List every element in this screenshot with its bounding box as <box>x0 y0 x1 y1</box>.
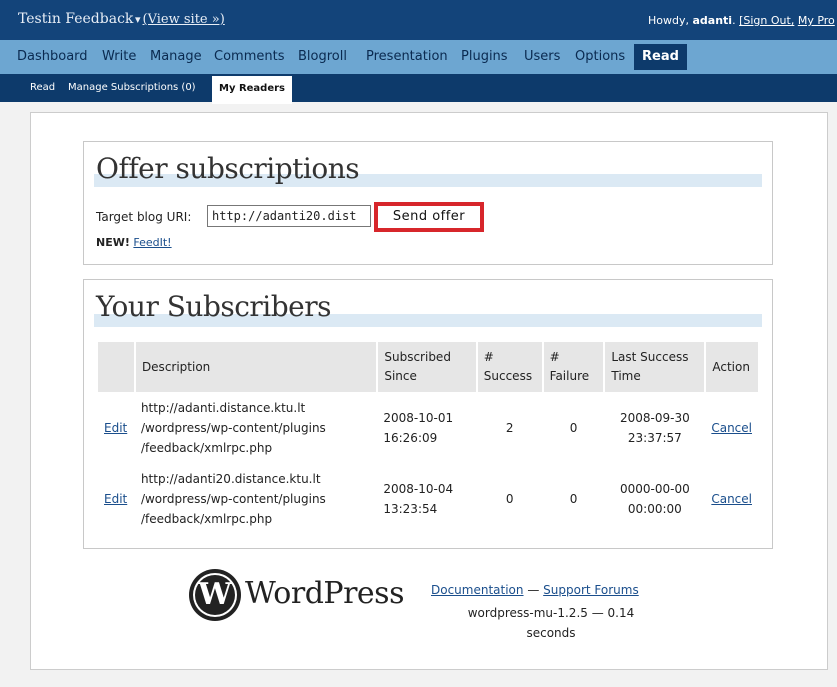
send-offer-button[interactable]: Send offer <box>374 202 484 232</box>
nav-write[interactable]: Write <box>102 49 136 64</box>
documentation-link[interactable]: Documentation <box>431 583 524 597</box>
since-date: 2008-10-04 <box>383 481 454 496</box>
subnav-my-readers[interactable]: My Readers <box>212 76 293 104</box>
admin-header: Testin Feedback ▾ (View site ») Howdy, ad… <box>0 0 837 40</box>
sub-nav: Read Manage Subscriptions (0) My Readers <box>0 74 837 104</box>
nav-plugins[interactable]: Plugins <box>461 49 508 64</box>
desc-line: /wordpress/wp-content/plugins <box>140 491 326 506</box>
success-cell: 2 <box>505 420 514 435</box>
table-row: Edit http://adanti.distance.ktu.lt/wordp… <box>98 392 758 463</box>
view-site-label[interactable]: (View site ») <box>143 12 225 27</box>
last-date: 0000-00-00 <box>619 481 690 496</box>
edit-link[interactable]: Edit <box>104 421 127 435</box>
last-time: 23:37:57 <box>627 430 682 445</box>
support-forums-link[interactable]: Support Forums <box>543 583 639 597</box>
description-cell: http://adanti.distance.ktu.lt/wordpress/… <box>135 392 377 463</box>
table-header-row: Description Subscribed Since # Success #… <box>98 342 758 392</box>
header-success: # Success <box>475 342 543 392</box>
main-nav: Dashboard Write Manage Comments Blogroll… <box>0 40 837 74</box>
nav-options[interactable]: Options <box>575 49 625 64</box>
subscribers-table: Description Subscribed Since # Success #… <box>98 342 758 534</box>
subscribed-since-cell: 2008-10-04 13:23:54 <box>377 463 476 534</box>
nav-manage[interactable]: Manage <box>150 49 202 64</box>
new-badge: NEW! <box>96 236 130 249</box>
offer-subscriptions-panel: Offer subscriptions Target blog URI: htt… <box>83 141 773 265</box>
last-success-cell: 2008-09-30 23:37:57 <box>604 392 705 463</box>
target-uri-input[interactable]: http://adanti20.dist <box>207 205 371 227</box>
subnav-read[interactable]: Read <box>30 82 55 93</box>
desc-line: /feedback/xmlrpc.php <box>140 511 273 526</box>
nav-presentation[interactable]: Presentation <box>366 49 448 64</box>
logo-w-glyph: W <box>195 575 235 615</box>
header-description: Description <box>133 342 378 392</box>
footer-links: Documentation — Support Forums <box>431 583 639 597</box>
subscribers-panel: Your Subscribers Description Subscribed … <box>83 279 773 549</box>
view-site-link[interactable]: ▾ (View site ») <box>135 12 225 27</box>
header-subscribed-since: Subscribed Since <box>376 342 477 392</box>
failure-cell: 0 <box>569 420 578 435</box>
success-cell: 0 <box>505 491 514 506</box>
subscribed-since-cell: 2008-10-01 16:26:09 <box>377 392 476 463</box>
table-row: Edit http://adanti20.distance.ktu.lt/wor… <box>98 463 758 534</box>
nav-users[interactable]: Users <box>524 49 560 64</box>
header-failure: # Failure <box>541 342 605 392</box>
last-time: 00:00:00 <box>627 501 682 516</box>
edit-link[interactable]: Edit <box>104 492 127 506</box>
howdy-text: Howdy, <box>648 14 689 27</box>
nav-blogroll[interactable]: Blogroll <box>298 49 347 64</box>
site-title[interactable]: Testin Feedback <box>18 11 133 27</box>
user-greeting: Howdy, adanti. [Sign Out, My Pro <box>648 14 835 27</box>
since-time: 16:26:09 <box>383 430 438 445</box>
subnav-manage-subscriptions[interactable]: Manage Subscriptions (0) <box>68 82 196 93</box>
wordpress-logo-icon[interactable]: W <box>189 569 241 621</box>
username: adanti <box>692 14 733 27</box>
nav-dashboard[interactable]: Dashboard <box>17 49 88 64</box>
since-time: 13:23:54 <box>383 501 438 516</box>
desc-line: http://adanti20.distance.ktu.lt <box>140 471 321 486</box>
nav-comments[interactable]: Comments <box>214 49 284 64</box>
desc-line: /wordpress/wp-content/plugins <box>140 420 326 435</box>
new-feedit-line: NEW! FeedIt! <box>96 236 172 249</box>
desc-line: /feedback/xmlrpc.php <box>140 440 273 455</box>
cancel-link[interactable]: Cancel <box>711 421 752 435</box>
desc-line: http://adanti.distance.ktu.lt <box>140 400 306 415</box>
failure-cell: 0 <box>569 491 578 506</box>
sign-out-link[interactable]: [Sign Out, <box>739 14 794 27</box>
header-last-success: Last Success Time <box>603 342 706 392</box>
nav-read[interactable]: Read <box>634 44 687 70</box>
wordpress-wordmark: WordPress <box>245 576 404 611</box>
offer-title: Offer subscriptions <box>96 152 360 185</box>
feedit-link[interactable]: FeedIt! <box>133 236 171 249</box>
header-edit-col <box>98 342 135 392</box>
footer-separator: — <box>527 583 540 597</box>
version-line: wordpress-mu-1.2.5 — 0.14 <box>467 606 635 620</box>
content-area: Offer subscriptions Target blog URI: htt… <box>30 112 828 670</box>
subscribers-title: Your Subscribers <box>96 290 332 323</box>
last-success-cell: 0000-00-00 00:00:00 <box>604 463 705 534</box>
cancel-link[interactable]: Cancel <box>711 492 752 506</box>
version-info: wordpress-mu-1.2.5 — 0.14 seconds <box>451 603 651 643</box>
last-date: 2008-09-30 <box>619 410 690 425</box>
target-uri-label: Target blog URI: <box>96 210 192 224</box>
since-date: 2008-10-01 <box>383 410 454 425</box>
my-profile-link[interactable]: My Pro <box>798 14 835 27</box>
header-action: Action <box>704 342 758 392</box>
description-cell: http://adanti20.distance.ktu.lt/wordpres… <box>135 463 377 534</box>
dropdown-arrow-icon: ▾ <box>135 13 141 26</box>
version-line: seconds <box>526 626 576 640</box>
